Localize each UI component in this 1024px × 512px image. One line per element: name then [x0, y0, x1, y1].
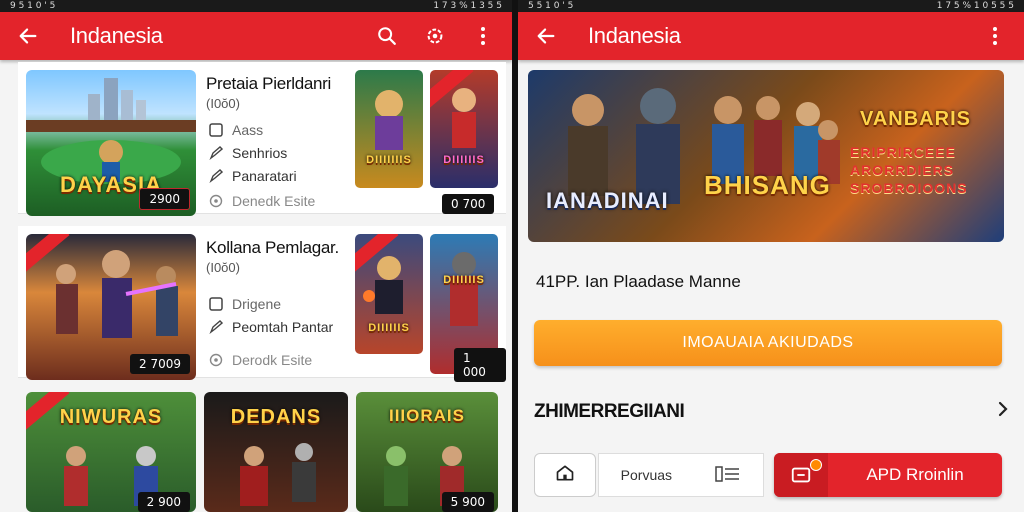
status-left: 5 5 1 0 ' 5: [528, 1, 574, 11]
hero-title: IANADINAI: [546, 188, 669, 213]
right-screen: 5 5 1 0 ' 5 1 7 5 % 1 0 5 5 5 Indanesia …: [518, 0, 1024, 512]
status-right: 1 7 3 % 1 3 5 5: [433, 1, 502, 11]
meta-row: Derodk Esite: [208, 352, 312, 368]
poster-title: NIWURAS: [59, 406, 163, 428]
game-subtitle: (I0ŏ0): [206, 260, 240, 275]
section-header[interactable]: ZHIMERREGIIANI: [534, 400, 1010, 424]
status-left: 9 5 1 0 ' 5: [10, 1, 56, 11]
hero-title: BHISANG: [704, 170, 831, 200]
poster-title: DIIIIIIS: [443, 274, 485, 286]
game-subtitle: (I0ŏ0): [206, 96, 240, 111]
price-tag: 2 7009: [130, 354, 190, 374]
price-tag: 2900: [139, 188, 190, 210]
page-title: Indanesia: [588, 23, 681, 48]
meta-label: Derodk Esite: [232, 352, 313, 368]
settings-gear-icon[interactable]: [420, 21, 450, 51]
section-title: ZHIMERREGIIANI: [534, 401, 685, 422]
checkbox-icon: [208, 122, 224, 138]
meta-row: Denedk Esite: [208, 193, 315, 209]
status-right: 1 7 5 % 1 0 5 5 5: [936, 1, 1014, 11]
pencil-icon: [208, 319, 224, 335]
location-icon: [208, 193, 224, 209]
pencil-icon: [208, 168, 224, 184]
game-detail: IANADINAI BHISANG VANBARIS ERIPRIRCEEE A…: [518, 62, 1024, 512]
meta-row: Drigene: [208, 296, 281, 312]
more-vertical-icon[interactable]: [468, 21, 498, 51]
download-icon: [774, 453, 828, 497]
chevron-right-icon[interactable]: [996, 400, 1010, 424]
hero-title: SROBROIOONS: [850, 180, 968, 196]
back-arrow-icon[interactable]: [14, 22, 42, 50]
price-tag: 1 000: [454, 348, 506, 382]
location-icon: [208, 352, 224, 368]
poster-title: DIIIIIIIS: [366, 154, 412, 166]
price-tag: 2 900: [137, 492, 190, 512]
status-bar: 5 5 1 0 ' 5 1 7 5 % 1 0 5 5 5: [518, 0, 1024, 12]
game-name: Kollana Pemlagar.: [206, 238, 339, 257]
install-button[interactable]: IMOAUAIA AKIUDADS: [534, 320, 1002, 366]
poster-title: DEDANS: [230, 406, 322, 428]
hero-title: VANBARIS: [860, 108, 971, 130]
game-list: DAYASIA 2900 Pretaia Pierldanri (I0ŏ0) A…: [0, 62, 512, 512]
app-bar: Indanesia: [0, 12, 512, 60]
meta-label: Peomtah Pantar: [232, 319, 334, 335]
meta-label: Panaratari: [232, 168, 297, 184]
tab-bar[interactable]: Porvuas: [598, 453, 764, 497]
game-thumbnail[interactable]: DEDANS: [204, 392, 348, 512]
game-thumbnail[interactable]: NIWURAS 2 900: [26, 392, 196, 512]
side-thumbnail[interactable]: DIIIIIIIS: [355, 70, 423, 188]
meta-label: Aass: [232, 122, 264, 138]
price-tag: 5 900: [441, 492, 494, 512]
meta-row: Peomtah Pantar: [208, 319, 333, 335]
primary-action-label: APD Rroinlin: [866, 465, 964, 484]
poster-title: DIIIIIIS: [443, 154, 485, 166]
status-bar: 9 5 1 0 ' 5 1 7 3 % 1 3 5 5: [0, 0, 512, 12]
left-screen: 9 5 1 0 ' 5 1 7 3 % 1 3 5 5 Indanesia DA…: [0, 0, 512, 512]
game-thumbnail[interactable]: 2 7009: [26, 234, 196, 380]
back-arrow-icon[interactable]: [532, 22, 560, 50]
meta-label: Senhrios: [232, 145, 288, 161]
game-card[interactable]: 2 7009 Kollana Pemlagar. (I0ŏ0) Drigene …: [18, 226, 506, 382]
game-description: 41PP. Ian Plaadase Manne: [536, 272, 741, 291]
game-thumbnail[interactable]: IIIORAIS 5 900: [356, 392, 498, 512]
more-vertical-icon[interactable]: [980, 21, 1010, 51]
hero-title: ERIPRIRCEEE: [850, 144, 956, 160]
game-name: Pretaia Pierldanri: [206, 74, 331, 93]
poster-title: DIIIIIIS: [368, 322, 410, 334]
side-thumbnail[interactable]: DIIIIIIS: [430, 70, 498, 188]
poster-title: IIIORAIS: [388, 406, 465, 425]
game-thumbnail[interactable]: DAYASIA 2900: [26, 70, 196, 216]
primary-action-button[interactable]: APD Rroinlin: [774, 453, 1002, 497]
page-title: Indanesia: [70, 23, 163, 48]
home-icon: [555, 463, 575, 488]
meta-row: Senhrios: [208, 145, 287, 161]
checkbox-icon: [208, 296, 224, 312]
home-button[interactable]: [534, 453, 596, 497]
meta-row: Aass: [208, 122, 263, 138]
search-icon[interactable]: [372, 21, 402, 51]
notification-badge: [810, 459, 822, 471]
app-bar: Indanesia: [518, 12, 1024, 60]
list-icon[interactable]: [715, 465, 741, 486]
meta-label: Drigene: [232, 296, 282, 312]
tab-label[interactable]: Porvuas: [621, 467, 672, 483]
hero-banner[interactable]: IANADINAI BHISANG VANBARIS ERIPRIRCEEE A…: [528, 70, 1004, 242]
meta-label: Denedk Esite: [232, 193, 316, 209]
side-thumbnail[interactable]: DIIIIIIS: [355, 234, 423, 354]
meta-row: Panaratari: [208, 168, 297, 184]
price-tag: 0 700: [442, 194, 495, 214]
hero-title: ARORRDIERS: [850, 162, 955, 178]
pencil-icon: [208, 145, 224, 161]
bottom-action-bar: Porvuas APD Rroinlin: [534, 452, 1002, 498]
game-card[interactable]: DAYASIA 2900 Pretaia Pierldanri (I0ŏ0) A…: [18, 62, 506, 216]
